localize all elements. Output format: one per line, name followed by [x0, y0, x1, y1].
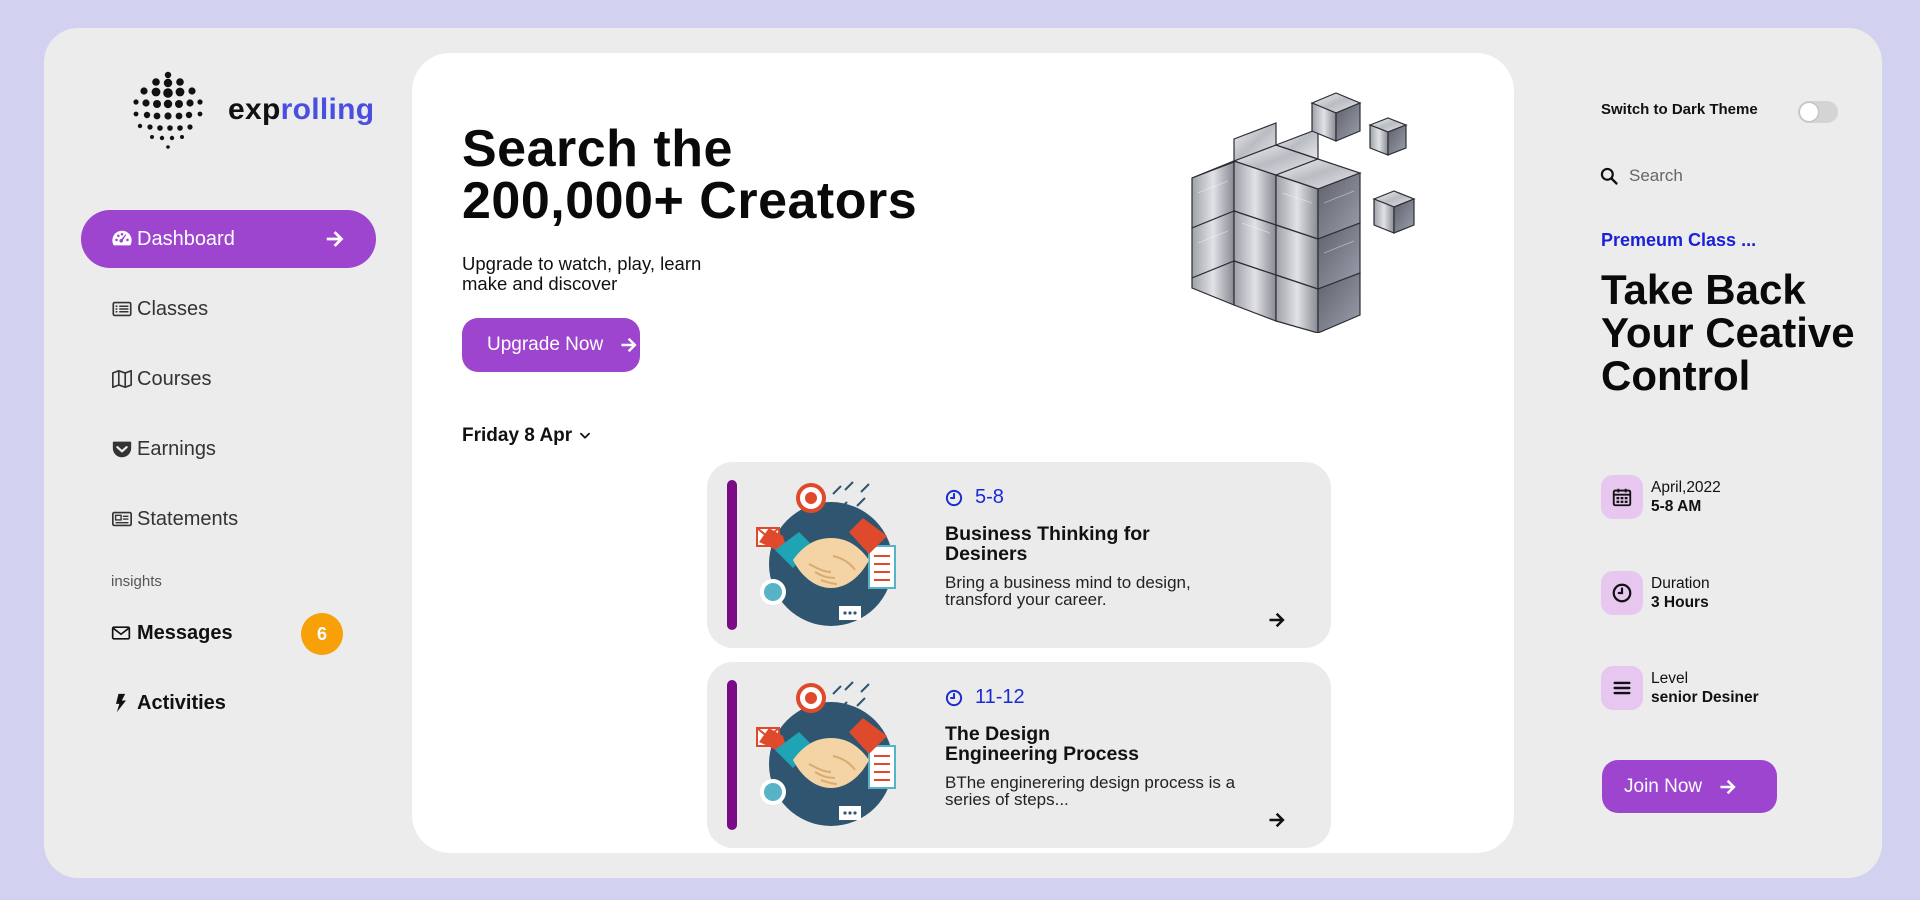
chevron-down-icon	[580, 432, 591, 439]
promo-title-line2: Your Ceative	[1601, 309, 1855, 356]
messages-count-badge: 6	[301, 613, 343, 655]
hero-subtitle-line1: Upgrade to watch, play, learn	[462, 253, 702, 274]
dark-theme-toggle[interactable]	[1798, 101, 1838, 123]
arrow-right-icon[interactable]	[1267, 610, 1287, 630]
metal-cube-illustration	[1191, 92, 1416, 333]
sidebar-item-messages[interactable]: Messages 6	[81, 608, 376, 658]
hero-title-line1: Search the	[462, 120, 733, 178]
sidebar-item-label: Activities	[137, 691, 226, 714]
class-card[interactable]: 11-12 The Design Engineering Process BTh…	[707, 662, 1331, 848]
promo-title: Take Back Your Ceative Control	[1601, 268, 1901, 397]
meta-level: Level senior Desiner	[1601, 666, 1759, 710]
card-title-line2: Desiners	[945, 543, 1028, 565]
date-selector[interactable]: Friday 8 Apr	[462, 425, 592, 447]
brand-name: exprolling	[228, 93, 374, 127]
sidebar-item-statements[interactable]: Statements	[81, 490, 376, 548]
search-input[interactable]	[1629, 166, 1849, 186]
gauge-icon	[111, 228, 133, 250]
upgrade-now-label: Upgrade Now	[487, 334, 604, 355]
envelope-icon	[111, 623, 131, 643]
handshake-illustration	[749, 676, 913, 836]
hero-title-line2: 200,000+ Creators	[462, 172, 918, 230]
sidebar-item-classes[interactable]: Classes	[81, 280, 376, 338]
app-shell: exprolling Dashboard Classes Courses Ear…	[44, 28, 1882, 878]
upgrade-now-button[interactable]: Upgrade Now	[462, 318, 640, 372]
meta-level-label: Level	[1651, 670, 1689, 687]
arrow-right-icon[interactable]	[1267, 810, 1287, 830]
sidebar-item-label: Messages	[137, 621, 233, 644]
sidebar-item-activities[interactable]: Activities	[81, 678, 376, 728]
hero-title: Search the 200,000+ Creators	[462, 123, 917, 227]
clock-icon	[945, 689, 963, 706]
promo-title-line1: Take Back	[1601, 266, 1806, 313]
bolt-icon	[111, 693, 131, 713]
card-time-value: 11-12	[975, 686, 1025, 708]
meta-duration-label: Duration	[1651, 575, 1710, 592]
list-card-icon	[111, 298, 133, 320]
section-label-insights: insights	[111, 573, 162, 590]
premium-class-kicker[interactable]: Premeum Class ...	[1601, 230, 1756, 251]
hero-subtitle: Upgrade to watch, play, learn make and d…	[462, 254, 762, 294]
brand-name-part1: exp	[228, 93, 281, 126]
insights-nav: Messages 6 Activities	[81, 608, 376, 748]
card-description-line1: BThe enginerering design process is a	[945, 773, 1236, 792]
handshake-illustration	[749, 476, 913, 636]
map-icon	[111, 368, 133, 390]
toggle-knob	[1800, 103, 1818, 121]
card-time: 11-12	[945, 686, 1025, 709]
class-card[interactable]: 5-8 Business Thinking for Desiners Bring…	[707, 462, 1331, 648]
card-accent-bar	[727, 680, 737, 830]
card-title-line2: Engineering Process	[945, 743, 1139, 765]
join-now-button[interactable]: Join Now	[1602, 760, 1777, 813]
sidebar-item-label: Courses	[137, 367, 212, 390]
arrow-right-icon	[619, 335, 639, 355]
meta-date-label: April,2022	[1651, 479, 1721, 496]
sidebar-item-label: Classes	[137, 297, 209, 320]
card-time: 5-8	[945, 486, 1004, 509]
meta-level-value: senior Desiner	[1651, 689, 1759, 706]
dot-matrix-logo-icon	[133, 71, 203, 149]
card-description: Bring a business mind to design, transfo…	[945, 574, 1245, 608]
search-bar	[1599, 162, 1859, 190]
card-title: The Design Engineering Process	[945, 724, 1205, 764]
card-accent-bar	[727, 480, 737, 630]
clock-icon	[945, 489, 963, 506]
card-time-value: 5-8	[975, 486, 1004, 508]
date-selector-value: Friday 8 Apr	[462, 425, 573, 446]
card-description-line2: series of steps...	[945, 790, 1069, 809]
sidebar-item-label: Dashboard	[137, 227, 235, 250]
sidebar-item-courses[interactable]: Courses	[81, 350, 376, 408]
calendar-icon	[1601, 475, 1643, 519]
brand-name-part2: rolling	[280, 93, 375, 126]
theme-switch-row: Switch to Dark Theme	[1601, 101, 1838, 123]
sidebar-item-dashboard[interactable]: Dashboard	[81, 210, 376, 268]
card-title-line1: The Design	[945, 723, 1051, 745]
card-title: Business Thinking for Desiners	[945, 524, 1205, 564]
card-description-line1: Bring a business mind to design,	[945, 573, 1191, 592]
card-description: BThe enginerering design process is a se…	[945, 774, 1245, 808]
brand-logo[interactable]: exprolling	[130, 70, 374, 150]
meta-date-value: 5-8 AM	[1651, 498, 1702, 515]
newspaper-icon	[111, 508, 133, 530]
bars-icon	[1601, 666, 1643, 710]
card-description-line2: transford your career.	[945, 590, 1107, 609]
join-now-label: Join Now	[1624, 775, 1703, 797]
sidebar-item-label: Statements	[137, 507, 239, 530]
meta-duration: Duration 3 Hours	[1601, 571, 1710, 615]
meta-duration-value: 3 Hours	[1651, 594, 1709, 611]
arrow-right-icon	[324, 228, 346, 250]
promo-title-line3: Control	[1601, 352, 1751, 399]
sidebar-item-earnings[interactable]: Earnings	[81, 420, 376, 478]
hero-subtitle-line2: make and discover	[462, 273, 618, 294]
card-title-line1: Business Thinking for	[945, 523, 1150, 545]
sidebar-item-label: Earnings	[137, 437, 216, 460]
arrow-right-icon	[1718, 777, 1738, 797]
clock-icon	[1601, 571, 1643, 615]
sidebar-nav: Dashboard Classes Courses Earnings State…	[81, 210, 376, 560]
meta-date: April,2022 5-8 AM	[1601, 475, 1721, 519]
theme-switch-label: Switch to Dark Theme	[1601, 101, 1758, 118]
pocket-icon	[111, 438, 133, 460]
main-panel: Search the 200,000+ Creators Upgrade to …	[412, 53, 1514, 853]
search-icon[interactable]	[1599, 166, 1619, 186]
